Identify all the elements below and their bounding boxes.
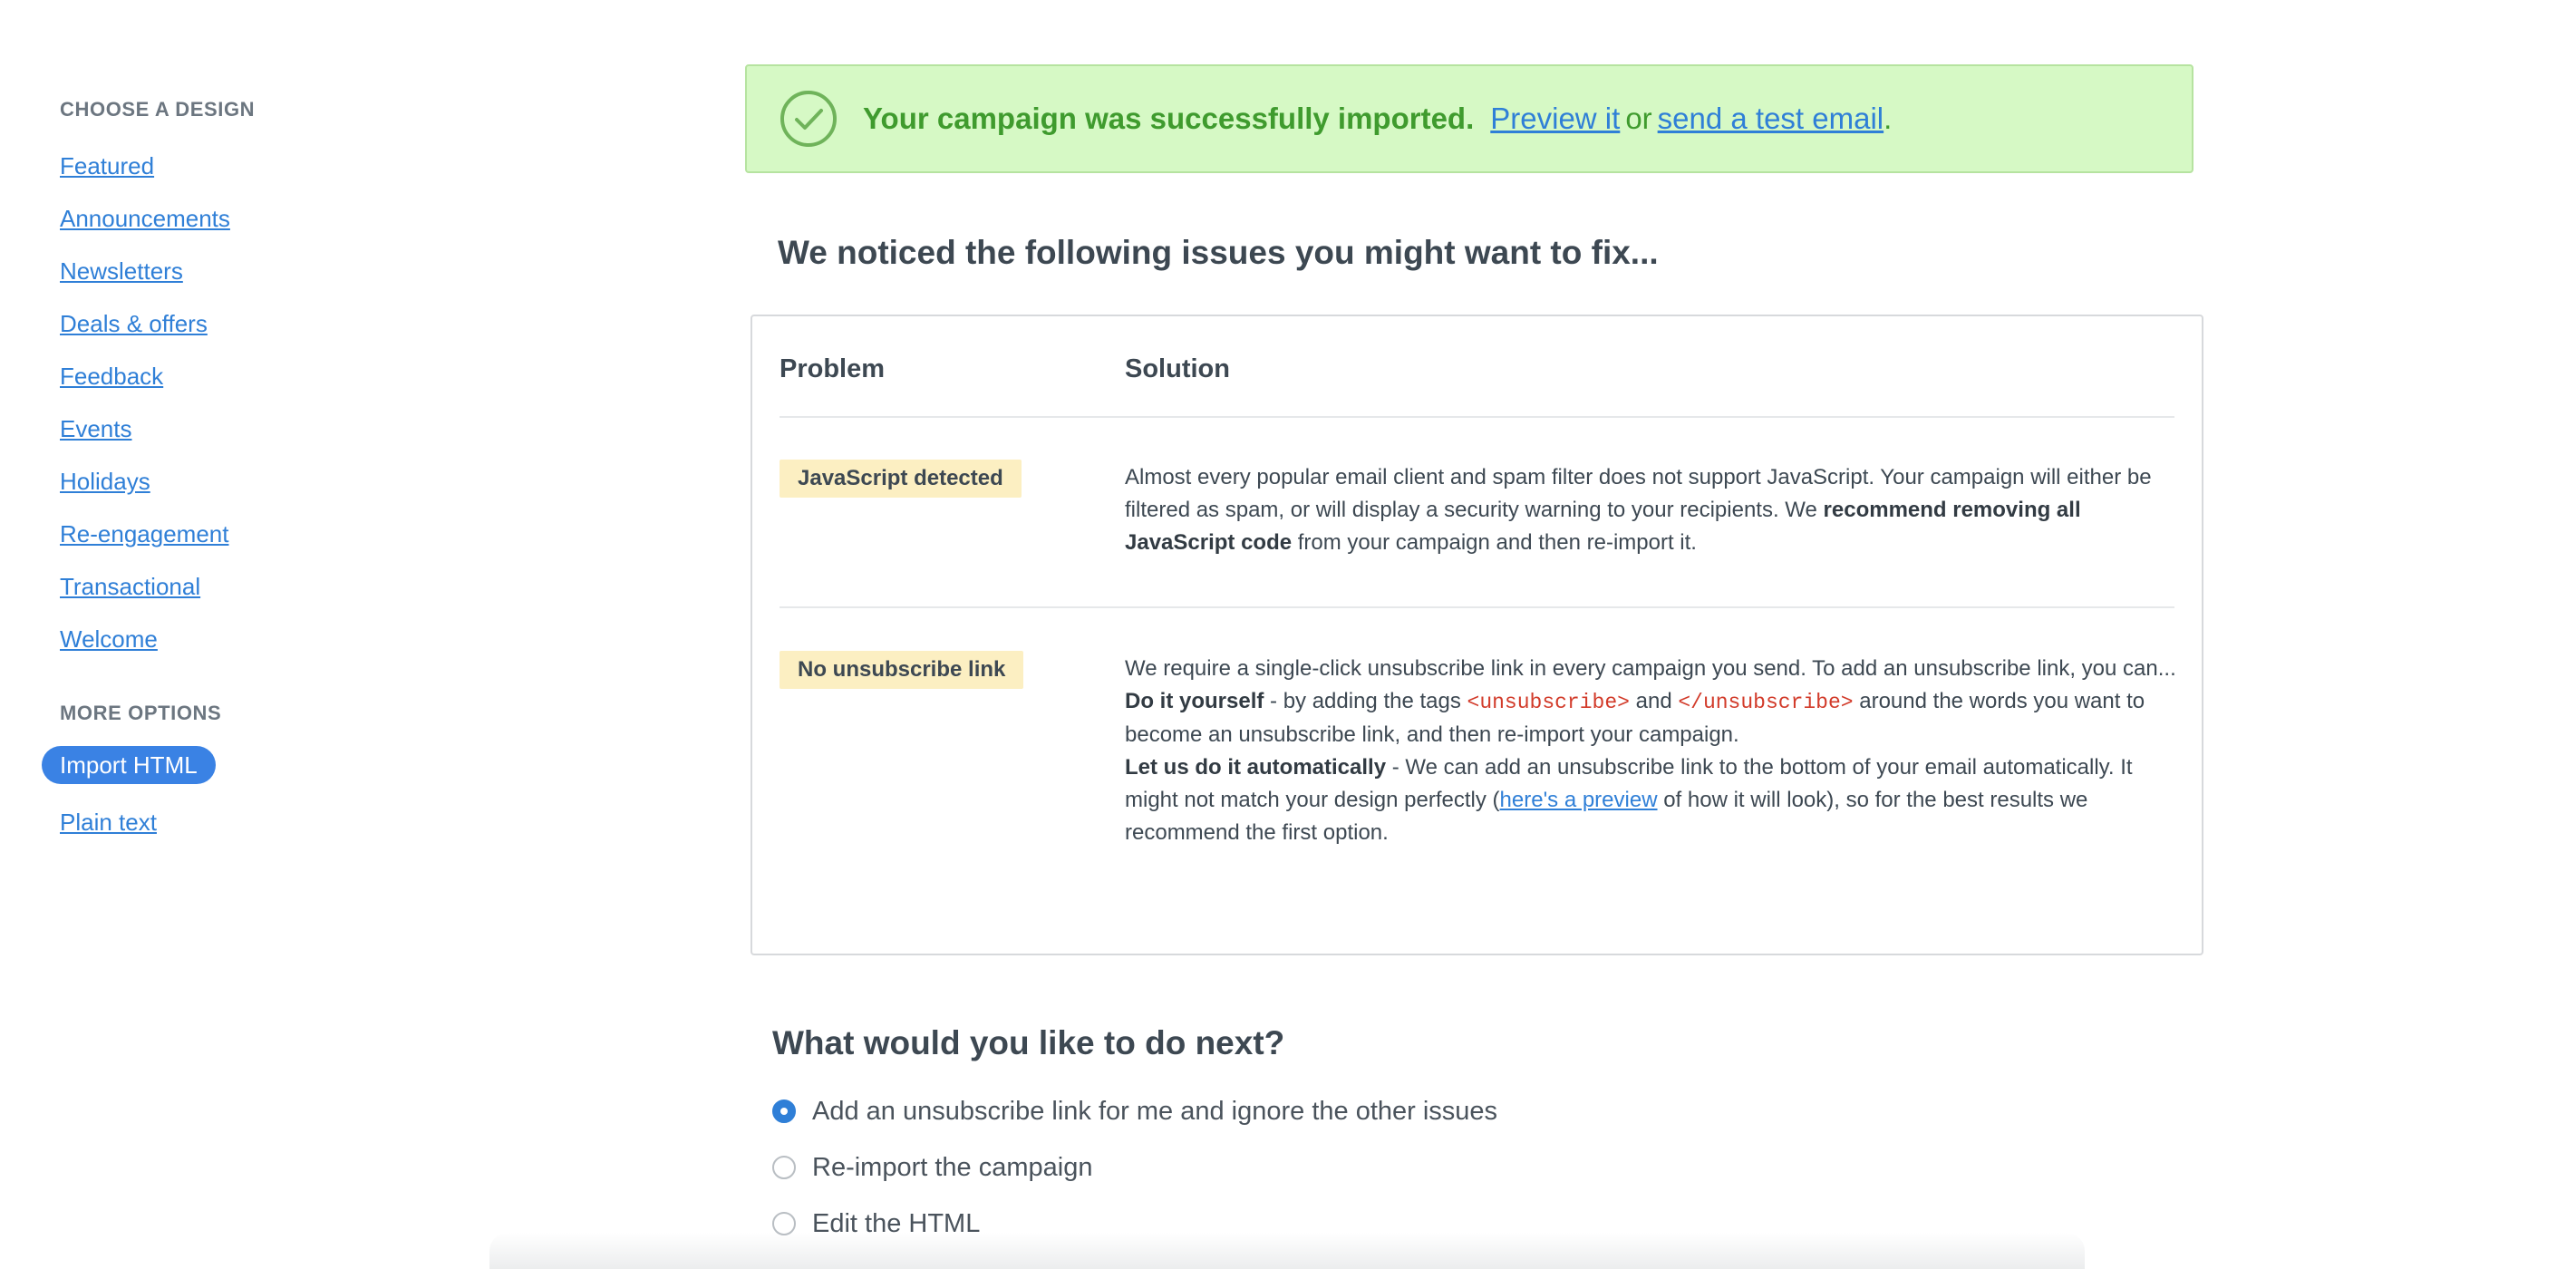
design-list: Featured Announcements Newsletters Deals…	[60, 140, 422, 665]
banner-or: or	[1625, 102, 1652, 135]
option-add-unsubscribe[interactable]: Add an unsubscribe link for me and ignor…	[772, 1083, 1497, 1139]
sidebar-item-re-engagement[interactable]: Re-engagement	[60, 520, 228, 547]
send-test-email-link[interactable]: send a test email	[1658, 102, 1884, 135]
unsubscribe-preview-link[interactable]: here's a preview	[1500, 788, 1658, 812]
problem-column-header: Problem	[780, 354, 886, 383]
issues-table: Problem Solution JavaScript detected Alm…	[751, 315, 2203, 955]
solution-intro: We require a single-click unsubscribe li…	[1125, 656, 2176, 681]
table-divider	[780, 606, 2174, 608]
sidebar-item-feedback[interactable]: Feedback	[60, 363, 163, 390]
design-heading: CHOOSE A DESIGN	[60, 98, 256, 121]
footer-shadow	[489, 1233, 2085, 1269]
solution-diy: Do it yourself - by adding the tags <uns…	[1125, 685, 2181, 751]
banner-text: Your campaign was successfully imported.…	[863, 102, 1892, 136]
solution-unsubscribe: We require a single-click unsubscribe li…	[1125, 653, 2181, 849]
table-divider	[780, 416, 2174, 418]
solution-text: - by adding the tags	[1264, 689, 1467, 713]
option-label: Add an unsubscribe link for me and ignor…	[812, 1096, 1498, 1126]
sidebar: CHOOSE A DESIGN Featured Announcements N…	[42, 98, 422, 848]
solution-javascript: Almost every popular email client and sp…	[1125, 461, 2181, 559]
option-reimport[interactable]: Re-import the campaign	[772, 1139, 1497, 1196]
solution-auto: Let us do it automatically - We can add …	[1125, 751, 2181, 849]
radio-button[interactable]	[772, 1156, 796, 1179]
next-steps-options: Add an unsubscribe link for me and ignor…	[772, 1083, 1497, 1252]
sidebar-item-events[interactable]: Events	[60, 415, 132, 442]
diy-label: Do it yourself	[1125, 689, 1264, 713]
banner-period: .	[1884, 102, 1893, 135]
problem-badge-unsubscribe: No unsubscribe link	[780, 651, 1024, 689]
sidebar-item-deals-offers[interactable]: Deals & offers	[60, 310, 208, 337]
sidebar-item-import-html[interactable]: Import HTML	[42, 746, 216, 784]
solution-text: and	[1629, 689, 1679, 713]
sidebar-item-featured[interactable]: Featured	[60, 152, 154, 179]
auto-label: Let us do it automatically	[1125, 755, 1387, 780]
banner-message: Your campaign was successfully imported.	[863, 102, 1475, 135]
success-banner: Your campaign was successfully imported.…	[745, 64, 2193, 173]
more-options-heading: MORE OPTIONS	[60, 702, 222, 724]
sidebar-item-newsletters[interactable]: Newsletters	[60, 257, 183, 285]
issues-heading: We noticed the following issues you migh…	[778, 234, 1659, 271]
preview-link[interactable]: Preview it	[1490, 102, 1620, 135]
sidebar-item-plain-text[interactable]: Plain text	[60, 809, 157, 836]
solution-text: from your campaign and then re-import it…	[1292, 530, 1697, 555]
sidebar-item-announcements[interactable]: Announcements	[60, 205, 230, 232]
unsubscribe-open-tag: <unsubscribe>	[1467, 691, 1630, 714]
solution-column-header: Solution	[1125, 354, 1230, 383]
problem-badge-javascript: JavaScript detected	[780, 460, 1022, 498]
option-label: Re-import the campaign	[812, 1152, 1093, 1182]
sidebar-item-holidays[interactable]: Holidays	[60, 468, 150, 495]
sidebar-item-transactional[interactable]: Transactional	[60, 573, 200, 600]
sidebar-item-welcome[interactable]: Welcome	[60, 625, 158, 653]
check-circle-icon	[780, 91, 837, 147]
more-options-list: Import HTML Plain text	[42, 743, 422, 848]
unsubscribe-close-tag: </unsubscribe>	[1678, 691, 1854, 714]
next-steps-heading: What would you like to do next?	[772, 1024, 1285, 1061]
radio-button-selected[interactable]	[772, 1099, 796, 1123]
